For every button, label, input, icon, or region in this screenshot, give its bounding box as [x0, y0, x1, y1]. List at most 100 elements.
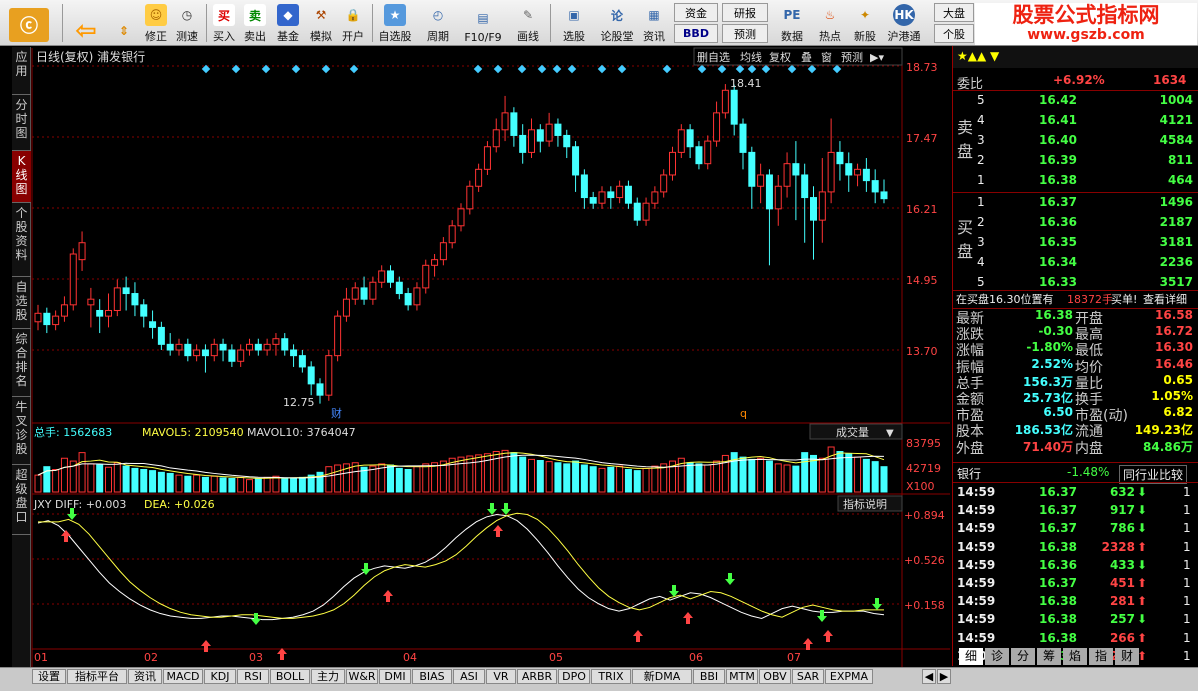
volume-bar [87, 463, 95, 493]
candle-body [369, 281, 377, 300]
volume-bar [633, 470, 641, 493]
candle-body [704, 140, 712, 165]
indicator-tab-dpo[interactable]: DPO [558, 669, 590, 684]
event-marker [349, 64, 359, 74]
indicator-tab-dmi[interactable]: DMI [379, 669, 411, 684]
right-tab-4[interactable]: 焰 [1063, 648, 1087, 665]
volume-bar [845, 453, 853, 493]
forecast-button[interactable]: 预测 [841, 51, 863, 64]
event-marker [473, 64, 483, 74]
indicator-tab-指标平台[interactable]: 指标平台 [67, 669, 127, 684]
indicator-tab-macd[interactable]: MACD [163, 669, 203, 684]
sell-volume: 464 [1167, 173, 1193, 187]
indicator-tab-设置[interactable]: 设置 [32, 669, 66, 684]
tick-price: 16.37 [1039, 576, 1077, 590]
indicator-tab-主力[interactable]: 主力 [311, 669, 345, 684]
weibi-num: 1634 [1153, 73, 1187, 87]
right-tab-6[interactable]: 财 [1115, 648, 1139, 665]
right-tab-5[interactable]: 指 [1089, 648, 1113, 665]
tick-price: 16.38 [1039, 539, 1077, 554]
stat-value-2: 16.58 [1155, 308, 1193, 322]
month-01: 01 [34, 651, 48, 664]
indicator-tab-trix[interactable]: TRIX [591, 669, 631, 684]
notice-row[interactable]: 在买盘16.30位置有 18372手 买单! 查看详细 [953, 290, 1198, 308]
indicator-tab-rsi[interactable]: RSI [237, 669, 269, 684]
month-04: 04 [403, 651, 417, 664]
tick-price: 16.37 [1039, 503, 1077, 518]
volume-bar [862, 458, 870, 493]
notice-volume: 18372手 [1067, 293, 1113, 306]
buy-signal-arrow [201, 640, 211, 652]
volume-bar [298, 476, 306, 493]
overlay-button[interactable]: 叠 [801, 51, 812, 64]
sell-row: 2 16.39 811 [953, 152, 1198, 170]
indicator-tab-w&r[interactable]: W&R [346, 669, 378, 684]
notice-text: 在买盘16.30位置有 [956, 293, 1054, 306]
volume-bar [757, 457, 765, 493]
indicator-help-button[interactable]: 指标说明 [843, 497, 887, 511]
indicator-tab-boll[interactable]: BOLL [270, 669, 310, 684]
divider [953, 482, 1198, 483]
sell-level: 3 [977, 133, 985, 147]
candle-body [113, 287, 121, 311]
stock-header: ★▲▲ ▼ [953, 46, 1198, 68]
volume-bar [492, 451, 500, 493]
scroll-left-icon[interactable]: ◀ [922, 669, 936, 684]
candle-body [281, 338, 289, 351]
indicator-tab-资讯[interactable]: 资讯 [128, 669, 162, 684]
right-tab-1[interactable]: 诊 [985, 648, 1009, 665]
high-annotation: 18.41 [730, 77, 762, 90]
volume-bar [140, 469, 148, 493]
tick-count: 1 [1183, 576, 1191, 590]
price-tick-1: 18.73 [906, 61, 938, 74]
indicator-tab-bbi[interactable]: BBI [693, 669, 725, 684]
tick-price: 16.37 [1039, 521, 1077, 536]
arrow-down-icon: ⬇ [1137, 503, 1148, 518]
candle-body [246, 343, 253, 351]
indicator-tab-kdj[interactable]: KDJ [204, 669, 236, 684]
notice-detail-link[interactable]: 查看详细 [1143, 291, 1187, 307]
indicator-tab-arbr[interactable]: ARBR [517, 669, 557, 684]
header-icon: ★▲▲ ▼ [957, 49, 1000, 63]
volume-bar [818, 457, 826, 493]
shan-zixuan-button[interactable]: 删自选 [697, 51, 730, 64]
right-tab-0[interactable]: 细 [959, 648, 983, 665]
candle-body [87, 298, 95, 306]
right-tab-2[interactable]: 分 [1011, 648, 1035, 665]
sell-level: 5 [977, 93, 985, 107]
indicator-tab-asi[interactable]: ASI [453, 669, 485, 684]
fuquan-button[interactable]: 复权 [769, 50, 791, 64]
volume-bar [880, 466, 888, 493]
tick-time: 14:59 [957, 557, 996, 572]
right-tab-3[interactable]: 筹 [1037, 648, 1061, 665]
notice-text-2: 买单! [1111, 293, 1138, 306]
chevron-down-icon: ▼ [886, 428, 894, 439]
sell-row: 5 16.42 1004 [953, 92, 1198, 110]
candle-body [818, 191, 826, 221]
stat-value: 156.3万 [1023, 374, 1073, 389]
junxian-button[interactable]: 均线 [740, 50, 762, 64]
candle-body [827, 151, 835, 193]
buy-volume: 2187 [1159, 215, 1193, 229]
indicator-tab-sar[interactable]: SAR [792, 669, 824, 684]
indicator-tab-vr[interactable]: VR [486, 669, 516, 684]
volume-bar [871, 461, 879, 493]
event-marker [537, 64, 547, 74]
menu-arrow-icon[interactable]: ▶▾ [870, 51, 884, 64]
indicator-tab-mtm[interactable]: MTM [726, 669, 758, 684]
weibi-value: +6.92% [1053, 73, 1105, 87]
window-button[interactable]: 窗 [821, 50, 832, 64]
indicator-tab-新dma[interactable]: 新DMA [632, 669, 692, 684]
buy-price: 16.36 [1039, 215, 1077, 229]
indicator-tab-expma[interactable]: EXPMA [825, 669, 873, 684]
indicator-tab-obv[interactable]: OBV [759, 669, 791, 684]
volume-bar [589, 466, 597, 493]
stat-value-2: 0.65 [1163, 372, 1193, 387]
candle-body [422, 264, 430, 289]
volume-bar [801, 452, 809, 493]
volume-indicator-select[interactable]: 成交量 [836, 425, 869, 439]
candle-body [52, 315, 60, 326]
scroll-right-icon[interactable]: ▶ [937, 669, 951, 684]
indicator-tab-bias[interactable]: BIAS [412, 669, 452, 684]
event-marker [787, 64, 797, 74]
